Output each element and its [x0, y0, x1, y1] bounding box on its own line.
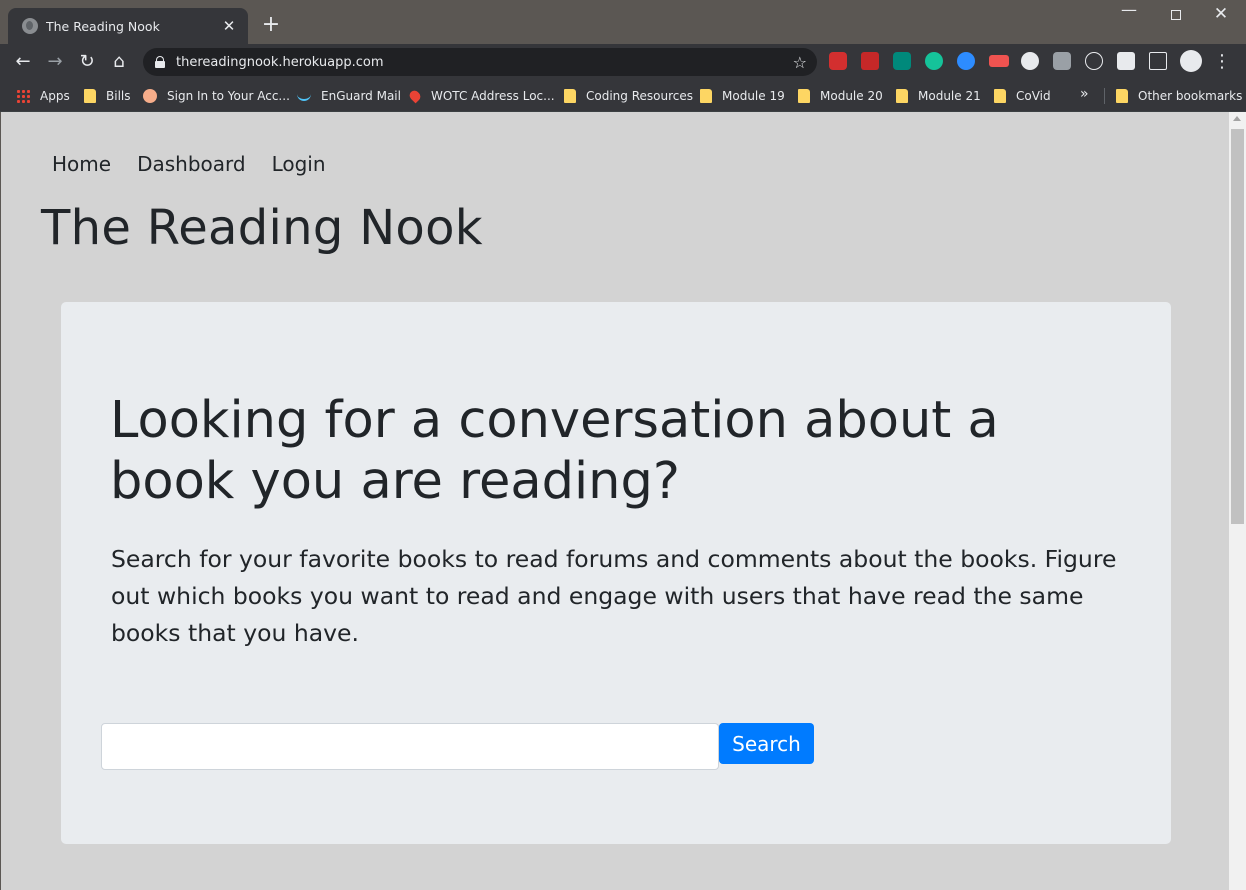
bookmark-module-20[interactable]: Module 20: [798, 86, 883, 106]
extension-media-icon[interactable]: [861, 52, 879, 70]
extension-zoom-icon[interactable]: [957, 52, 975, 70]
extensions-puzzle-icon[interactable]: [1117, 52, 1135, 70]
apps-grid-icon: [16, 89, 30, 103]
back-icon[interactable]: ←: [9, 48, 37, 76]
extension-download-icon[interactable]: [1053, 52, 1071, 70]
bookmark-enguard-mail[interactable]: EnGuard Mail: [297, 86, 401, 106]
hero-heading: Looking for a conversation about a book …: [110, 391, 999, 511]
extension-script-icon[interactable]: [893, 52, 911, 70]
tab-title: The Reading Nook: [46, 18, 160, 34]
browser-titlebar: The Reading Nook ✕ + — ✕: [0, 0, 1246, 44]
folder-icon: [896, 89, 908, 103]
page-scrollbar[interactable]: [1229, 112, 1246, 890]
page-viewport: Home Dashboard Login The Reading Nook Lo…: [0, 112, 1229, 890]
folder-icon: [798, 89, 810, 103]
hero-jumbotron: Looking for a conversation about a book …: [61, 302, 1171, 844]
extension-react-icon[interactable]: [1085, 52, 1103, 70]
bookmark-module-19[interactable]: Module 19: [700, 86, 785, 106]
folder-icon: [700, 89, 712, 103]
site-icon: [143, 89, 157, 103]
window-close-icon[interactable]: ✕: [1198, 4, 1244, 28]
folder-icon: [84, 89, 96, 103]
folder-icon: [1116, 89, 1128, 103]
globe-icon: [22, 18, 38, 34]
scrollbar-thumb[interactable]: [1231, 129, 1244, 524]
bookmarks-bar: Apps Bills Sign In to Your Acc... EnGuar…: [0, 80, 1246, 112]
address-bar[interactable]: thereadingnook.herokuapp.com ☆: [143, 48, 817, 76]
maximize-icon[interactable]: [1153, 4, 1199, 28]
extension-json-icon[interactable]: [1021, 52, 1039, 70]
browser-menu-icon[interactable]: ⋮: [1210, 48, 1234, 76]
cast-icon[interactable]: [1149, 52, 1167, 70]
extension-lastpass-icon[interactable]: [829, 52, 847, 70]
bookmark-star-icon[interactable]: ☆: [793, 53, 807, 72]
bookmark-module-21[interactable]: Module 21: [896, 86, 981, 106]
search-button[interactable]: Search: [719, 723, 814, 764]
extension-record-icon[interactable]: [989, 55, 1009, 67]
extension-grammarly-icon[interactable]: [925, 52, 943, 70]
lock-icon[interactable]: [155, 56, 165, 68]
bookmark-apps[interactable]: Apps: [16, 86, 70, 106]
profile-avatar[interactable]: [1180, 50, 1202, 72]
folder-icon: [994, 89, 1006, 103]
scroll-up-icon[interactable]: [1233, 116, 1241, 121]
forward-icon[interactable]: →: [41, 48, 69, 76]
site-nav: Home Dashboard Login: [52, 152, 352, 176]
nav-link-dashboard[interactable]: Dashboard: [137, 152, 246, 176]
bookmark-sign-in[interactable]: Sign In to Your Acc...: [143, 86, 290, 106]
site-title: The Reading Nook: [41, 200, 483, 256]
bookmarks-overflow-icon[interactable]: »: [1080, 86, 1089, 102]
hero-description: Search for your favorite books to read f…: [111, 545, 1117, 647]
bookmark-covid[interactable]: CoVid: [994, 86, 1051, 106]
site-icon: [297, 91, 311, 101]
reload-icon[interactable]: ↻: [73, 48, 101, 76]
folder-icon: [564, 89, 576, 103]
browser-toolbar: ← → ↻ ⌂ thereadingnook.herokuapp.com ☆ ⋮: [0, 44, 1246, 80]
bookmark-wotc-address[interactable]: WOTC Address Loc...: [407, 86, 555, 106]
browser-tab[interactable]: The Reading Nook ✕: [8, 8, 248, 44]
nav-link-login[interactable]: Login: [272, 152, 326, 176]
nav-link-home[interactable]: Home: [52, 152, 111, 176]
bookmark-other-bookmarks[interactable]: Other bookmarks: [1116, 86, 1242, 106]
bookmarks-divider: [1104, 88, 1105, 104]
bookmark-coding-resources[interactable]: Coding Resources: [564, 86, 693, 106]
tab-close-icon[interactable]: ✕: [220, 17, 238, 35]
minimize-icon[interactable]: —: [1106, 0, 1152, 24]
new-tab-button[interactable]: +: [259, 12, 283, 38]
home-icon[interactable]: ⌂: [105, 48, 133, 76]
book-search-input[interactable]: [101, 723, 719, 770]
url-text[interactable]: thereadingnook.herokuapp.com: [176, 55, 793, 70]
map-pin-icon: [407, 88, 423, 104]
bookmark-bills[interactable]: Bills: [84, 86, 131, 106]
